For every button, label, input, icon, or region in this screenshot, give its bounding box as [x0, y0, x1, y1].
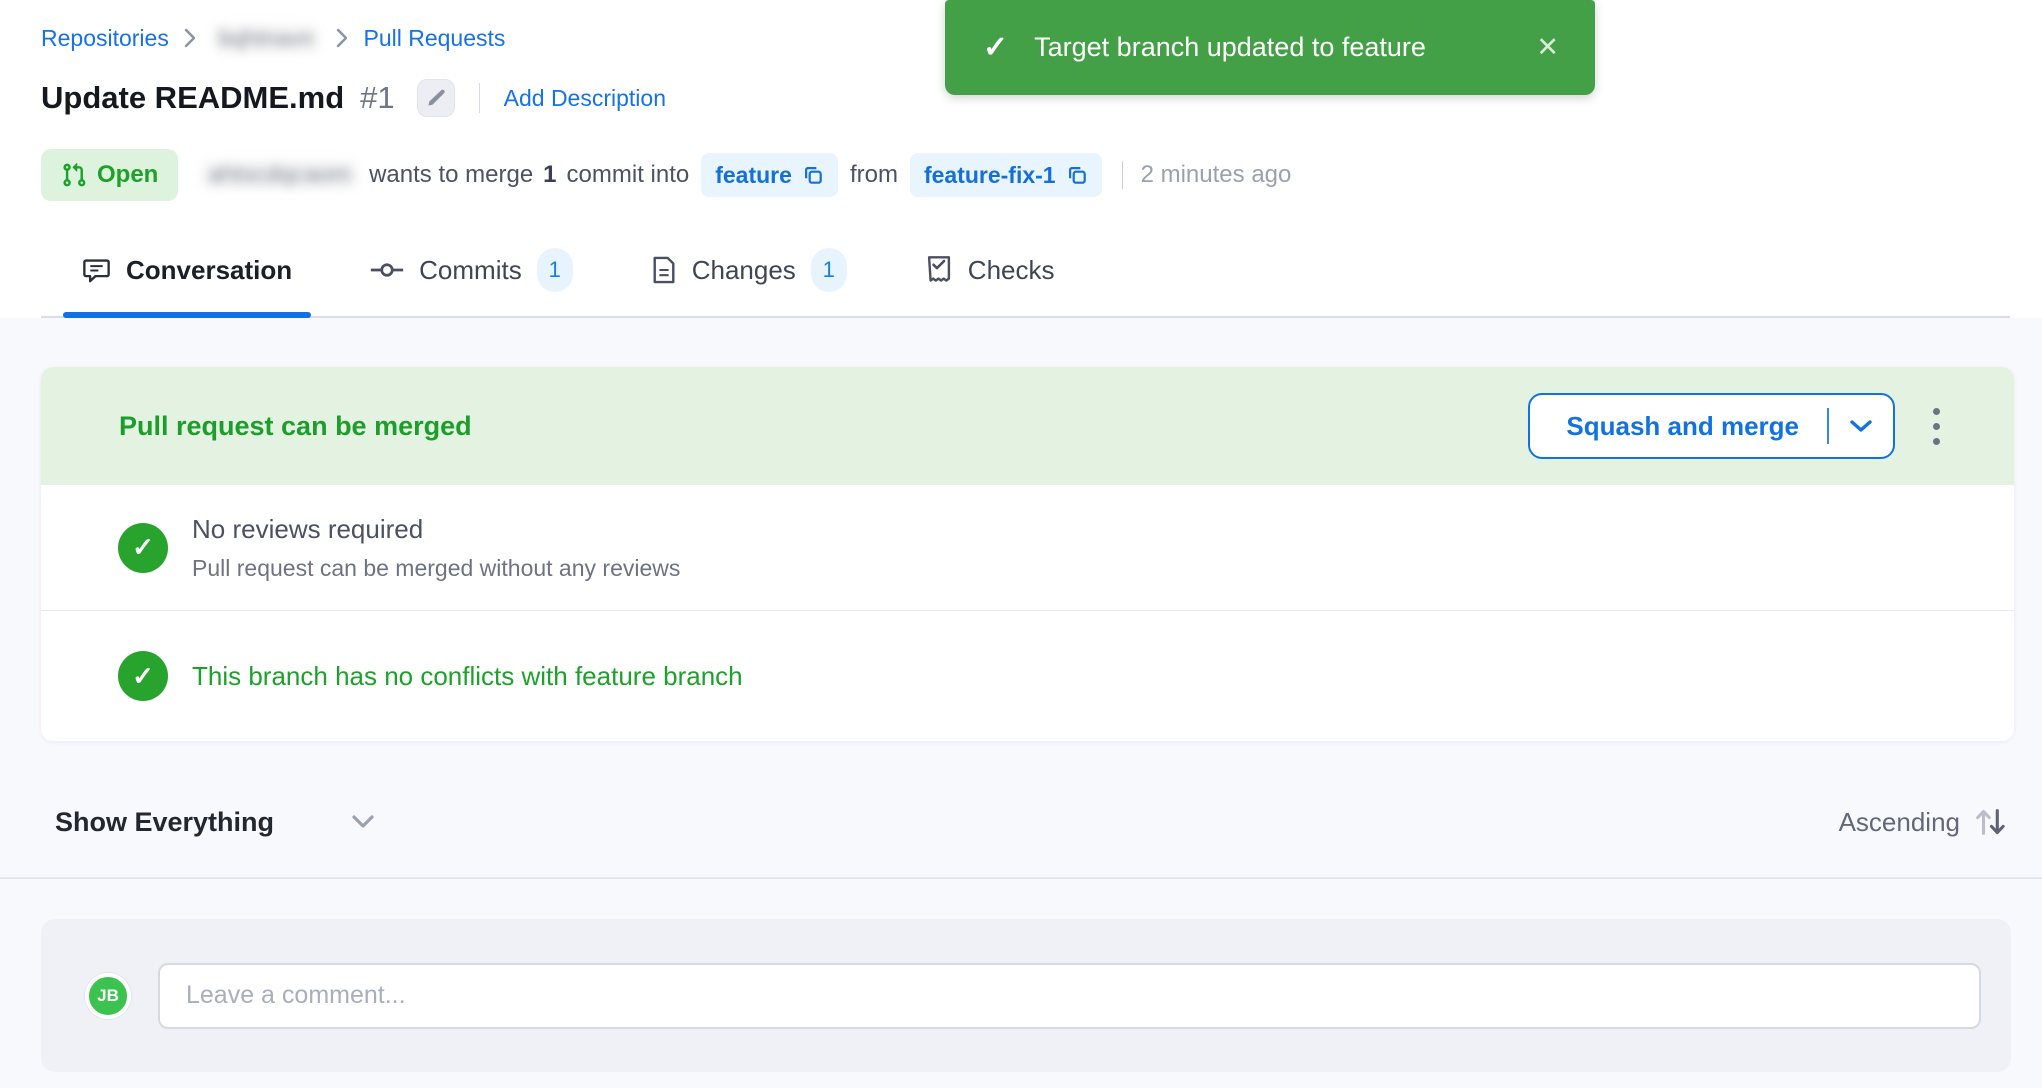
squash-and-merge-label: Squash and merge [1530, 411, 1827, 442]
target-branch-pill[interactable]: feature [701, 153, 838, 197]
check-title: This branch has no conflicts with featur… [192, 661, 743, 692]
breadcrumb-repositories-link[interactable]: Repositories [41, 25, 169, 52]
check-circle-icon: ✓ [118, 523, 168, 573]
edit-title-button[interactable] [417, 79, 455, 117]
check-circle-icon: ✓ [118, 651, 168, 701]
chevron-right-icon [335, 27, 349, 49]
breadcrumb-repo-link-redacted[interactable]: bqhtnavn [211, 23, 322, 54]
merge-banner-title: Pull request can be merged [119, 411, 472, 442]
tab-label: Conversation [126, 255, 292, 286]
avatar: JB [85, 973, 131, 1019]
pr-title: Update README.md [41, 80, 344, 116]
copy-icon[interactable] [802, 164, 824, 186]
tab-label: Changes [692, 255, 796, 286]
tab-commits[interactable]: Commits 1 [351, 248, 592, 316]
merge-check-row: ✓ This branch has no conflicts with feat… [41, 610, 2014, 741]
source-branch-pill[interactable]: feature-fix-1 [910, 153, 1102, 197]
more-options-button[interactable] [1925, 400, 1948, 453]
divider [1122, 161, 1123, 189]
chevron-down-icon[interactable] [349, 813, 377, 831]
check-icon: ✓ [983, 30, 1008, 65]
git-pull-request-icon [61, 162, 87, 188]
toast-close-button[interactable]: ✕ [1536, 32, 1559, 63]
divider [479, 83, 480, 113]
commit-count: 1 [543, 161, 556, 189]
toast-message: Target branch updated to feature [1034, 32, 1426, 63]
status-badge-label: Open [97, 161, 158, 189]
breadcrumb-pull-requests-link[interactable]: Pull Requests [363, 25, 505, 52]
squash-and-merge-button[interactable]: Squash and merge [1528, 393, 1895, 459]
check-title: No reviews required [192, 514, 680, 545]
chevron-right-icon [183, 27, 197, 49]
source-branch-name: feature-fix-1 [924, 162, 1056, 189]
tab-changes[interactable]: Changes 1 [632, 248, 866, 316]
speech-bubble-icon [82, 256, 111, 285]
timeline-filter-row: Show Everything Ascending [41, 797, 2014, 847]
file-icon [651, 255, 677, 285]
tab-checks[interactable]: Checks [906, 248, 1074, 316]
tab-count-badge: 1 [537, 248, 573, 292]
from-text: from [850, 161, 898, 189]
sort-order-label: Ascending [1839, 807, 1960, 838]
comment-input[interactable] [158, 963, 1981, 1029]
tab-conversation[interactable]: Conversation [63, 248, 311, 316]
sort-arrows-icon [1972, 805, 2008, 839]
wants-to-merge-text: wants to merge [369, 161, 533, 189]
merge-check-row: ✓ No reviews required Pull request can b… [41, 485, 2014, 610]
show-everything-dropdown[interactable]: Show Everything [55, 807, 274, 838]
toast-notification: ✓ Target branch updated to feature ✕ [945, 0, 1595, 95]
checklist-icon [925, 255, 953, 285]
target-branch-name: feature [715, 162, 792, 189]
add-description-link[interactable]: Add Description [504, 85, 666, 112]
merge-status-card: Pull request can be merged Squash and me… [41, 367, 2014, 741]
pr-tabbar: Conversation Commits 1 Changes 1 Checks [41, 248, 2010, 318]
pr-meta-row: Open ahtscdqcaom wants to merge 1 commit… [41, 148, 2010, 202]
pencil-icon [426, 88, 446, 108]
comment-composer: JB [41, 919, 2011, 1072]
tab-count-badge: 1 [811, 248, 847, 292]
merge-banner: Pull request can be merged Squash and me… [41, 367, 2014, 485]
sort-order-toggle[interactable]: Ascending [1839, 805, 2008, 839]
tab-label: Commits [419, 255, 522, 286]
commit-icon [370, 259, 404, 281]
tab-label: Checks [968, 255, 1055, 286]
merge-options-dropdown[interactable] [1829, 418, 1893, 434]
pr-created-time: 2 minutes ago [1141, 161, 1292, 189]
divider [0, 877, 2042, 879]
check-subtitle: Pull request can be merged without any r… [192, 555, 680, 582]
main-content: Pull request can be merged Squash and me… [0, 318, 2042, 1088]
copy-icon[interactable] [1066, 164, 1088, 186]
pr-number: #1 [360, 80, 394, 116]
chevron-down-icon [1848, 418, 1874, 434]
status-badge: Open [41, 149, 178, 201]
divider [1827, 408, 1829, 444]
pr-author-redacted: ahtscdqcaom [200, 159, 359, 191]
commit-into-text: commit into [567, 161, 690, 189]
